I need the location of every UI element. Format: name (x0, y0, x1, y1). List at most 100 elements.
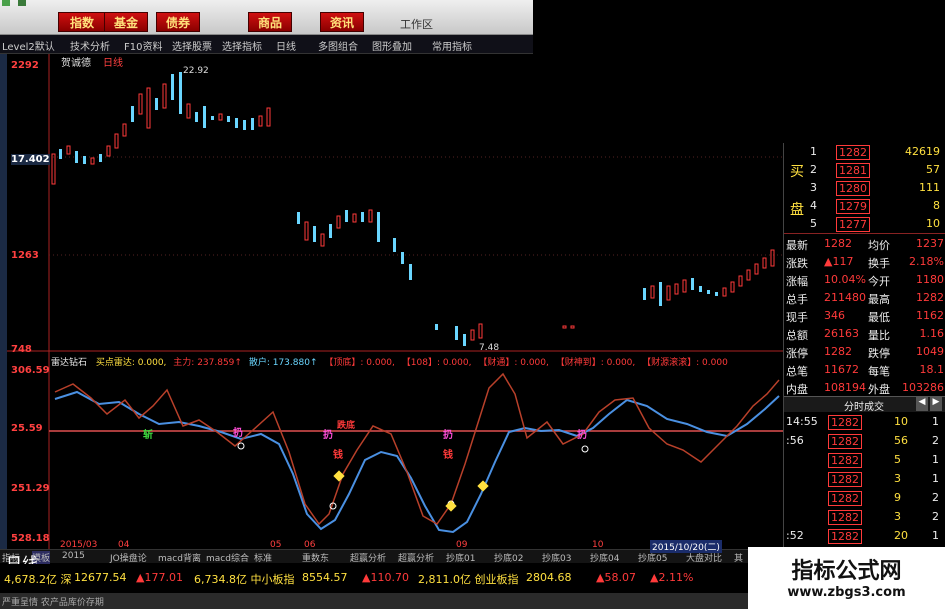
candle-down (195, 112, 198, 122)
book-level: 4 (810, 199, 817, 212)
indicator-tab[interactable]: 标准 (254, 551, 272, 564)
toolbar-select-stock[interactable]: 选择股票 (172, 38, 212, 53)
candle-down (409, 264, 412, 280)
ind-item: 买点雷达: 0.000, (95, 358, 167, 368)
menu-bond-button[interactable]: 债券 (156, 12, 200, 32)
toolbar-tech-analysis[interactable]: 技术分析 (70, 38, 110, 53)
candle-up (114, 133, 119, 149)
candle-up (478, 323, 483, 339)
trade-count: 1 (932, 415, 939, 428)
toolbar-select-indicator[interactable]: 选择指标 (222, 38, 262, 53)
watermark-title: 指标公式网 (791, 559, 902, 584)
menu-commodity-button[interactable]: 商品 (248, 12, 292, 32)
trades-title[interactable]: 分时成交 (844, 398, 884, 413)
book-volume: 10 (926, 217, 940, 230)
menu-fund-button[interactable]: 基金 (104, 12, 148, 32)
date-label: 2015/03 (60, 540, 98, 550)
order-book-row[interactable]: 4 1279 8 (784, 199, 945, 217)
indicator-tab[interactable]: 抄底02 (494, 551, 523, 564)
candle-up (336, 215, 341, 229)
indicator-tab[interactable]: 超赢分析 (398, 551, 434, 564)
signal-marker: 扔 (577, 430, 587, 441)
trade-row: 1282 5 1 (784, 453, 945, 471)
ind-item: 【财神到】: 0.000, (555, 358, 636, 368)
candle-down (643, 288, 646, 300)
indicator-name[interactable]: 雷达钻石 (51, 358, 87, 368)
stat-key: 涨停 (786, 347, 808, 360)
stat-value: 18.1 (919, 363, 945, 376)
toolbar-multi-chart[interactable]: 多图组合 (318, 38, 358, 53)
book-price: 1279 (836, 199, 870, 214)
trade-volume: 56 (894, 434, 908, 447)
candle-up (66, 145, 71, 155)
date-label: 04 (118, 540, 130, 550)
order-book-row[interactable]: 2 1281 57 (784, 163, 945, 181)
toolbar-daily[interactable]: 日线 (276, 38, 296, 53)
indicator-tab[interactable]: JO操盘论 (110, 551, 147, 564)
trade-volume: 20 (894, 529, 908, 542)
trade-count: 1 (932, 453, 939, 466)
candle-up (304, 221, 309, 241)
chart-canvas (7, 54, 783, 549)
candle-up (738, 275, 743, 287)
signal-marker: 扔 (443, 430, 453, 441)
kline-chart-area[interactable]: 2292 17.402 1263 748 贺诚德 日线 22.92 7.48 雷… (7, 54, 783, 549)
stat-key: 总手 (786, 293, 808, 306)
quote-stat-row: 涨停 1282 跌停 1049 (784, 345, 945, 363)
candle-up (762, 257, 767, 269)
toolbar-f10[interactable]: F10资料 (124, 38, 162, 53)
app-window: 指数 基金 债券 商品 资讯 工作区 Level2默认 技术分析 F10资料 选… (0, 0, 945, 609)
period-label[interactable]: 日线 (103, 54, 123, 69)
candle-up (666, 285, 671, 301)
indicator-tab[interactable]: 超赢分析 (350, 551, 386, 564)
indicator-tab[interactable]: 重数东 (302, 551, 329, 564)
book-volume: 57 (926, 163, 940, 176)
indicator-tab[interactable]: 抄底03 (542, 551, 571, 564)
stat-value: 1.16 (919, 327, 945, 340)
indicator-line-red (54, 372, 780, 526)
price-label-current: 17.402 (11, 154, 50, 165)
signal-marker: 扔 (323, 430, 333, 441)
stat-key: 换手 (868, 257, 890, 270)
indicator-tab[interactable]: macd综合 (206, 551, 249, 564)
candle-down (227, 116, 230, 122)
menu-index-button[interactable]: 指数 (58, 12, 106, 32)
app-icon[interactable] (2, 0, 10, 6)
book-level: 2 (810, 163, 817, 176)
workzone-label[interactable]: 工作区 (400, 16, 433, 32)
order-book-row[interactable]: 1 1282 42619 (784, 145, 945, 163)
prev-arrow-icon[interactable]: ◀ (916, 397, 928, 411)
stat-key: 内盘 (786, 383, 808, 396)
quote-stat-row: 涨幅 10.04% 今开 1180 (784, 273, 945, 291)
stat-value: 1237 (916, 237, 944, 250)
book-volume: 8 (933, 199, 940, 212)
next-arrow-icon[interactable]: ▶ (930, 397, 942, 411)
ind-item: 散户: 173.880↑ (248, 358, 318, 368)
stat-key: 每笔 (868, 365, 890, 378)
stat-key: 外盘 (868, 383, 890, 396)
candle-down (211, 116, 214, 120)
toolbar-level2[interactable]: Level2默认 (2, 38, 55, 53)
app-icon-2[interactable] (18, 0, 26, 6)
candle-up (258, 115, 263, 127)
indicator-tab[interactable]: 指标 (2, 551, 20, 564)
indicator-tab[interactable]: 其 (734, 551, 743, 564)
price-label: 748 (11, 344, 32, 355)
indicator-tab[interactable]: 2015 (62, 551, 85, 561)
indicator-tab[interactable]: 抄底01 (446, 551, 475, 564)
indicator-line-blue (54, 390, 780, 534)
candle-up (682, 279, 687, 293)
candle-down (251, 118, 254, 130)
menu-news-button[interactable]: 资讯 (320, 12, 364, 32)
toolbar-overlay[interactable]: 图形叠加 (372, 38, 412, 53)
candle-up (730, 281, 735, 293)
order-book-row[interactable]: 3 1280 111 (784, 181, 945, 199)
indicator-tab[interactable]: 模板 (32, 551, 51, 564)
indicator-tab[interactable]: 抄底04 (590, 551, 619, 564)
stat-value: 211480 (824, 291, 866, 304)
stat-value: 11672 (824, 363, 859, 376)
indicator-header: 雷达钻石 买点雷达: 0.000, 主力: 237.859↑ 散户: 173.8… (51, 355, 728, 368)
indicator-tab[interactable]: macd背离 (158, 551, 201, 564)
trade-row: :52 1282 20 1 (784, 529, 945, 547)
toolbar-common-indicator[interactable]: 常用指标 (432, 38, 472, 53)
